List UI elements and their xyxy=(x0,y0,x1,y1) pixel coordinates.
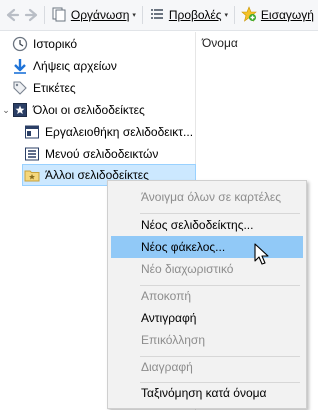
tree-item-label: Ετικέτες xyxy=(33,81,76,95)
menu-item-label: Αποκοπή xyxy=(141,289,192,303)
toolbar-separator xyxy=(234,6,235,24)
menu-item-delete[interactable]: Διαγραφή xyxy=(111,356,303,378)
tree-item-all-bookmarks[interactable]: ⌄ Όλοι οι σελιδοδείκτες xyxy=(0,99,194,121)
tree-item-downloads[interactable]: Λήψεις αρχείων xyxy=(12,55,194,77)
tree-item-history[interactable]: Ιστορικό xyxy=(12,33,194,55)
menu-item-label: Νέος φάκελος... xyxy=(141,240,226,254)
tree-item-bookmarks-toolbar[interactable]: Εργαλειοθήκη σελιδοδεικτ... xyxy=(24,121,194,143)
menu-item-new-folder[interactable]: Νέος φάκελος... xyxy=(111,236,303,258)
organize-button[interactable]: Οργάνωση ▾ xyxy=(47,3,140,27)
name-column-label: Όνομα xyxy=(202,36,238,50)
menu-item-label: Νέος σελιδοδείκτης... xyxy=(141,218,254,232)
chevron-down-icon: ▾ xyxy=(132,12,136,19)
download-arrow-icon xyxy=(12,58,28,74)
import-label: Εισαγωγή xyxy=(260,8,314,22)
menu-item-label: Νέο διαχωριστικό xyxy=(141,262,234,276)
menu-item-new-separator[interactable]: Νέο διαχωριστικό xyxy=(111,258,303,280)
chevron-down-icon: ▾ xyxy=(224,12,229,19)
menu-item-label: Επικόλληση xyxy=(141,333,206,347)
tree-item-bookmarks-menu[interactable]: Μενού σελιδοδεικτών xyxy=(24,143,194,165)
menu-item-sort-by-name[interactable]: Ταξινόμηση κατά όνομα xyxy=(111,382,303,404)
tree-item-label: Ιστορικό xyxy=(33,37,78,51)
bookmarks-star-icon xyxy=(12,102,28,118)
menu-item-label: Ταξινόμηση κατά όνομα xyxy=(141,386,267,400)
menu-item-cut[interactable]: Αποκοπή xyxy=(111,285,303,307)
back-arrow-icon[interactable] xyxy=(2,4,22,26)
menu-item-paste[interactable]: Επικόλληση xyxy=(111,329,303,351)
tree-item-label: Όλοι οι σελιδοδείκτες xyxy=(33,103,145,117)
views-list-icon xyxy=(149,6,165,25)
menu-item-label: Διαγραφή xyxy=(141,360,193,374)
tag-icon xyxy=(12,80,28,96)
tree-item-label: Λήψεις αρχείων xyxy=(33,59,117,73)
mouse-cursor-icon xyxy=(254,243,272,267)
toolbar-bookmark-icon xyxy=(24,124,40,140)
menu-item-new-bookmark[interactable]: Νέος σελιδοδείκτης... xyxy=(111,214,303,236)
toolbar-separator xyxy=(43,6,45,24)
toolbar-separator xyxy=(141,6,143,24)
forward-arrow-icon[interactable] xyxy=(22,4,42,26)
folder-star-icon xyxy=(24,167,40,183)
views-button[interactable]: Προβολές ▾ xyxy=(145,3,232,27)
menu-item-copy[interactable]: Αντιγραφή xyxy=(111,307,303,329)
menu-item-label: Αντιγραφή xyxy=(141,311,197,325)
views-label: Προβολές xyxy=(168,8,222,22)
import-star-icon xyxy=(241,5,257,25)
tree-item-label: Μενού σελιδοδεικτών xyxy=(45,147,159,161)
menu-item-open-all-in-tabs[interactable]: Άνοιγμα όλων σε καρτέλες xyxy=(111,186,303,208)
library-toolbar: Οργάνωση ▾ Προβολές ▾ Εισαγωγή xyxy=(0,0,318,31)
tree-item-label: Εργαλειοθήκη σελιδοδεικτ... xyxy=(45,125,194,139)
tree-item-tags[interactable]: Ετικέτες xyxy=(12,77,194,99)
menu-item-label: Άνοιγμα όλων σε καρτέλες xyxy=(141,190,282,204)
chevron-down-icon[interactable]: ⌄ xyxy=(0,105,12,116)
organize-label: Οργάνωση xyxy=(70,8,130,22)
organize-icon xyxy=(51,6,67,25)
import-button[interactable]: Εισαγωγή xyxy=(237,3,318,27)
context-menu: Άνοιγμα όλων σε καρτέλες Νέος σελιδοδείκ… xyxy=(107,180,307,409)
history-clock-icon xyxy=(12,36,28,52)
bookmarks-menu-icon xyxy=(24,146,40,162)
name-column-header[interactable]: Όνομα xyxy=(197,32,318,54)
